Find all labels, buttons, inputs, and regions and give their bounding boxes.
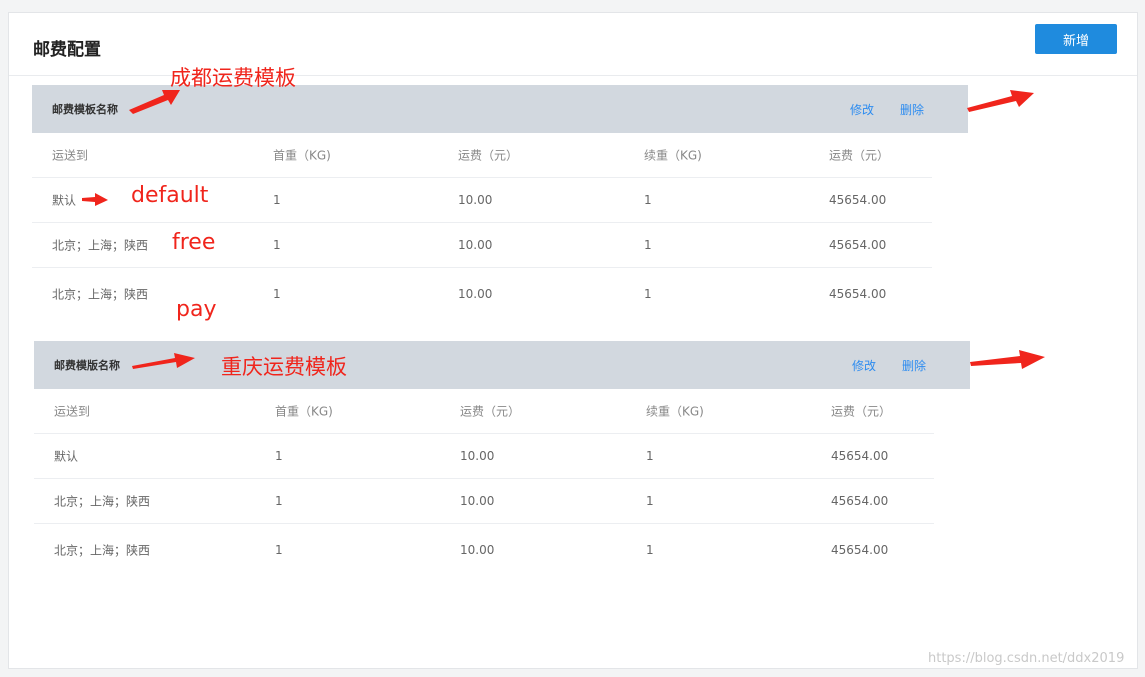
column-header-extra-weight: 续重（KG)	[646, 404, 704, 419]
add-button[interactable]: 新增	[1035, 24, 1117, 54]
column-header-extra-fee: 运费（元）	[829, 148, 890, 163]
cell-extra-fee: 45654.00	[829, 287, 887, 301]
cell-first-fee: 10.00	[460, 494, 495, 508]
cell-extra-fee: 45654.00	[831, 494, 889, 508]
template-header-2: 邮费模版名称 修改 删除	[34, 341, 970, 389]
column-header-first-fee: 运费（元）	[460, 404, 521, 419]
cell-first-fee: 10.00	[460, 449, 495, 463]
cell-destination: 北京；上海；陕西	[54, 494, 151, 509]
cell-extra-fee: 45654.00	[829, 238, 887, 252]
cell-extra-weight: 1	[644, 193, 652, 207]
cell-first-weight: 1	[273, 238, 281, 252]
cell-extra-weight: 1	[646, 494, 654, 508]
table-row: 北京；上海；陕西 1 10.00 1 45654.00	[32, 268, 932, 320]
table-row: 北京；上海；陕西 1 10.00 1 45654.00	[32, 223, 932, 268]
template-name-2: 邮费模版名称	[54, 359, 120, 372]
template-2-edit-link[interactable]: 修改	[852, 357, 876, 374]
template-1-table: 运送到 首重（KG) 运费（元） 续重（KG) 运费（元） 默认 1 10.00…	[32, 133, 932, 320]
table-header-row: 运送到 首重（KG) 运费（元） 续重（KG) 运费（元）	[32, 133, 932, 178]
cell-extra-fee: 45654.00	[829, 193, 887, 207]
cell-destination: 北京；上海；陕西	[54, 543, 151, 558]
column-header-first-fee: 运费（元）	[458, 148, 519, 163]
watermark: https://blog.csdn.net/ddx2019	[928, 651, 1125, 666]
cell-destination: 默认	[52, 193, 77, 208]
template-header-1: 邮费模板名称 修改 删除	[32, 85, 968, 133]
cell-first-fee: 10.00	[460, 543, 495, 557]
cell-first-weight: 1	[275, 494, 283, 508]
annotation-pay: pay	[176, 297, 217, 322]
cell-extra-weight: 1	[644, 238, 652, 252]
template-1-edit-link[interactable]: 修改	[850, 101, 874, 118]
table-row: 北京；上海；陕西 1 10.00 1 45654.00	[34, 524, 934, 576]
column-header-extra-fee: 运费（元）	[831, 404, 892, 419]
cell-extra-weight: 1	[646, 543, 654, 557]
annotation-chengdu-template: 成都运费模板	[170, 66, 296, 90]
annotation-chongqing-template: 重庆运费模板	[221, 355, 347, 379]
cell-first-weight: 1	[273, 193, 281, 207]
template-1-delete-link[interactable]: 删除	[900, 101, 924, 118]
cell-first-weight: 1	[273, 287, 281, 301]
cell-destination: 北京；上海；陕西	[52, 238, 149, 253]
table-row: 默认 1 10.00 1 45654.00	[34, 434, 934, 479]
table-row: 北京；上海；陕西 1 10.00 1 45654.00	[34, 479, 934, 524]
template-2-delete-link[interactable]: 删除	[902, 357, 926, 374]
column-header-first-weight: 首重（KG)	[273, 148, 331, 163]
column-header-extra-weight: 续重（KG)	[644, 148, 702, 163]
annotation-default: default	[131, 183, 209, 208]
table-header-row: 运送到 首重（KG) 运费（元） 续重（KG) 运费（元）	[34, 389, 934, 434]
cell-first-fee: 10.00	[458, 287, 493, 301]
column-header-destination: 运送到	[52, 148, 89, 163]
template-2-table: 运送到 首重（KG) 运费（元） 续重（KG) 运费（元） 默认 1 10.00…	[34, 389, 934, 576]
column-header-destination: 运送到	[54, 404, 91, 419]
template-name-1: 邮费模板名称	[52, 103, 118, 116]
cell-first-fee: 10.00	[458, 193, 493, 207]
cell-extra-weight: 1	[644, 287, 652, 301]
cell-extra-fee: 45654.00	[831, 543, 889, 557]
cell-first-fee: 10.00	[458, 238, 493, 252]
cell-first-weight: 1	[275, 543, 283, 557]
cell-destination: 北京；上海；陕西	[52, 287, 149, 302]
cell-destination: 默认	[54, 449, 79, 464]
cell-first-weight: 1	[275, 449, 283, 463]
cell-extra-weight: 1	[646, 449, 654, 463]
page-title: 邮费配置	[33, 40, 101, 60]
column-header-first-weight: 首重（KG)	[275, 404, 333, 419]
cell-extra-fee: 45654.00	[831, 449, 889, 463]
annotation-free: free	[172, 230, 216, 255]
